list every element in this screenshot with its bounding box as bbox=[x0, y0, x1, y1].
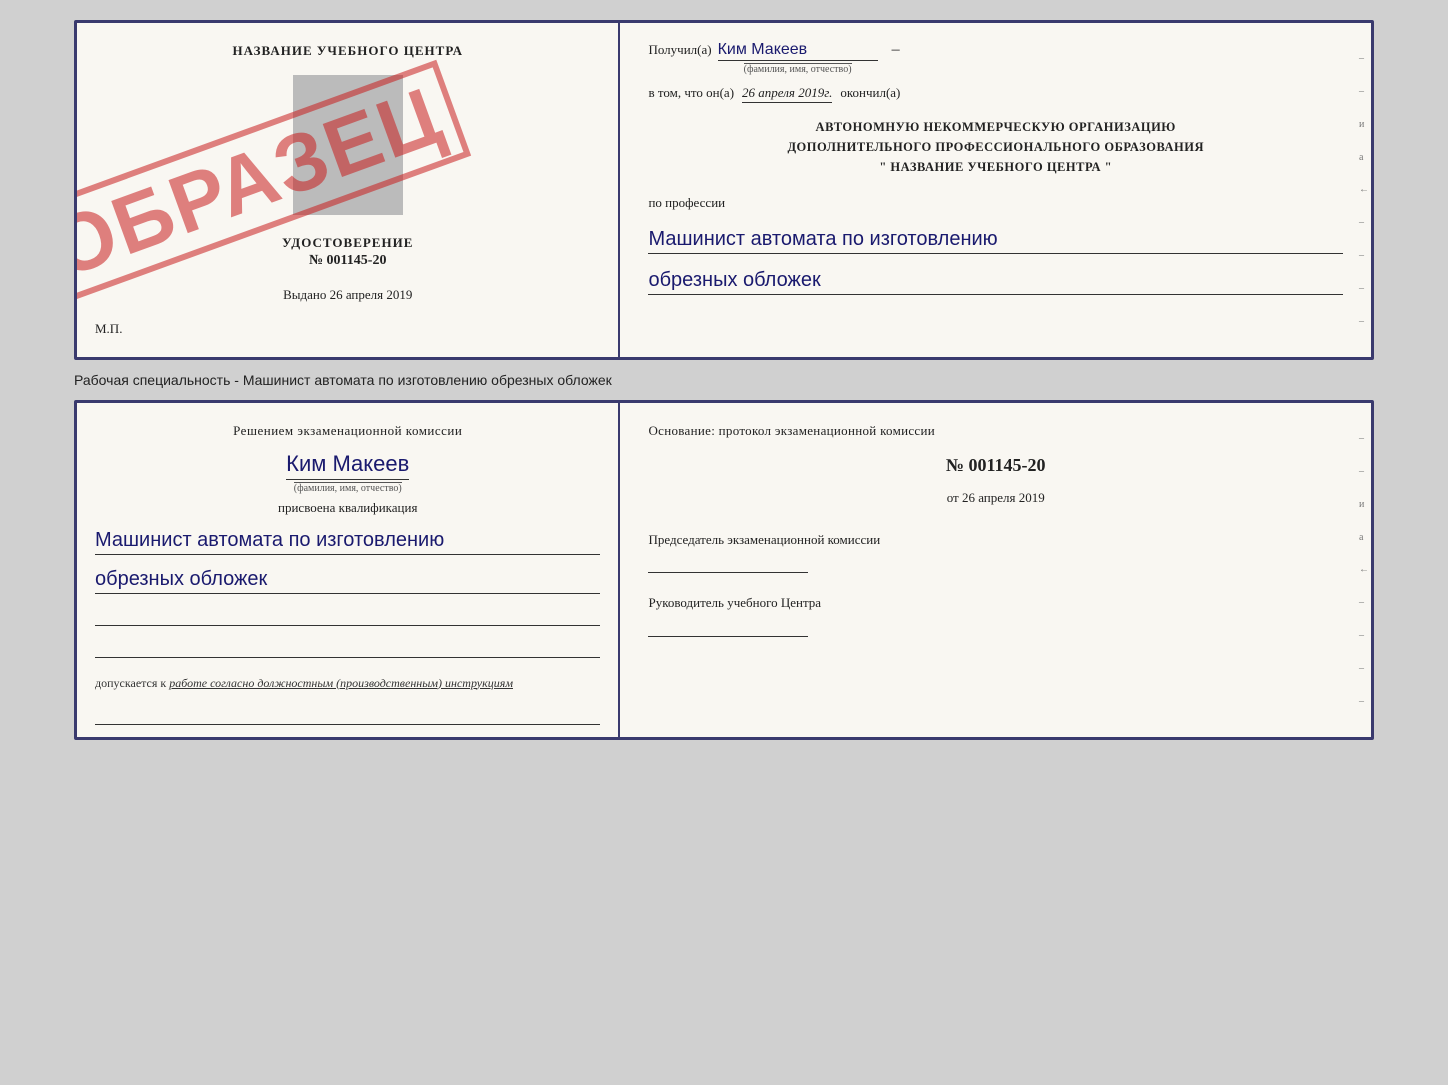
document-wrapper: НАЗВАНИЕ УЧЕБНОГО ЦЕНТРА УДОСТОВЕРЕНИЕ №… bbox=[74, 20, 1374, 740]
obrazec-text: ОБРАЗЕЦ bbox=[77, 60, 472, 307]
certificate-bottom: Решением экзаменационной комиссии Ким Ма… bbox=[74, 400, 1374, 740]
recipient-name: Ким Макеев bbox=[718, 41, 878, 61]
certificate-top: НАЗВАНИЕ УЧЕБНОГО ЦЕНТРА УДОСТОВЕРЕНИЕ №… bbox=[74, 20, 1374, 360]
chairman-block: Председатель экзаменационной комиссии bbox=[648, 530, 1343, 574]
rukvoditel-signature-line bbox=[648, 617, 808, 637]
resheniem-label: Решением экзаменационной комиссии bbox=[233, 423, 462, 438]
org-line1: АВТОНОМНУЮ НЕКОММЕРЧЕСКУЮ ОРГАНИЗАЦИЮ bbox=[648, 117, 1343, 137]
specialty-text: Рабочая специальность - Машинист автомат… bbox=[74, 370, 1374, 390]
org-line3: " НАЗВАНИЕ УЧЕБНОГО ЦЕНТРА " bbox=[648, 157, 1343, 177]
dopuskaetsya-block: допускается к работе согласно должностны… bbox=[95, 676, 600, 691]
dopuskaetsya-italic: работе согласно должностным (производств… bbox=[169, 676, 513, 690]
right-edge-decoration: – – и а ← – – – – bbox=[1359, 23, 1369, 357]
photo-placeholder bbox=[293, 75, 403, 215]
top-left-title: НАЗВАНИЕ УЧЕБНОГО ЦЕНТРА bbox=[232, 43, 463, 59]
vydano-label: Выдано bbox=[283, 287, 326, 302]
protocol-date: от 26 апреля 2019 bbox=[648, 490, 1343, 506]
vydano-line: Выдано 26 апреля 2019 bbox=[283, 287, 412, 303]
vtom-line: в том, что он(а) 26 апреля 2019г. окончи… bbox=[648, 85, 1343, 103]
cert-bottom-left: Решением экзаменационной комиссии Ким Ма… bbox=[77, 403, 620, 737]
fio-sub-top: (фамилия, имя, отчество) bbox=[744, 63, 852, 75]
chairman-label: Председатель экзаменационной комиссии bbox=[648, 530, 1343, 550]
resheniem-text: Решением экзаменационной комиссии bbox=[95, 421, 600, 441]
rukvoditel-label: Руководитель учебного Центра bbox=[648, 593, 1343, 613]
org-block: АВТОНОМНУЮ НЕКОММЕРЧЕСКУЮ ОРГАНИЗАЦИЮ ДО… bbox=[648, 117, 1343, 177]
blank-line-1 bbox=[95, 606, 600, 626]
profession-line2: обрезных обложек bbox=[648, 266, 1343, 295]
cert-right: Получил(а) Ким Макеев (фамилия, имя, отч… bbox=[620, 23, 1371, 357]
bottom-name: Ким Макеев bbox=[286, 451, 409, 480]
blank-line-3 bbox=[95, 705, 600, 725]
rukvoditel-block: Руководитель учебного Центра bbox=[648, 593, 1343, 637]
profession-line1: Машинист автомата по изготовлению bbox=[648, 225, 1343, 254]
blank-line-2 bbox=[95, 638, 600, 658]
protocol-date-value: 26 апреля 2019 bbox=[962, 490, 1045, 505]
ot-label: от bbox=[947, 490, 959, 505]
qualification-line1: Машинист автомата по изготовлению bbox=[95, 526, 600, 555]
udostoverenie-block: УДОСТОВЕРЕНИЕ № 001145-20 bbox=[282, 235, 413, 269]
vtom-label: в том, что он(а) bbox=[648, 85, 734, 101]
dopuskaetsya-label: допускается к bbox=[95, 676, 166, 690]
cert-left: НАЗВАНИЕ УЧЕБНОГО ЦЕНТРА УДОСТОВЕРЕНИЕ №… bbox=[77, 23, 620, 357]
udostoverenie-label: УДОСТОВЕРЕНИЕ bbox=[282, 235, 413, 251]
osnovaniye-text: Основание: протокол экзаменационной коми… bbox=[648, 421, 1343, 441]
bottom-right-edge-decoration: – – и а ← – – – – bbox=[1359, 403, 1369, 737]
protocol-number: № 001145-20 bbox=[648, 455, 1343, 476]
chairman-signature-line bbox=[648, 553, 808, 573]
poluchil-line: Получил(а) Ким Макеев (фамилия, имя, отч… bbox=[648, 41, 1343, 75]
prisvoyena-label: присвоена квалификация bbox=[95, 500, 600, 516]
org-line2: ДОПОЛНИТЕЛЬНОГО ПРОФЕССИОНАЛЬНОГО ОБРАЗО… bbox=[648, 137, 1343, 157]
vydano-date: 26 апреля 2019 bbox=[330, 287, 413, 302]
okonchil-label: окончил(а) bbox=[840, 85, 900, 101]
po-professii-label: по профессии bbox=[648, 195, 1343, 211]
top-cert-number: № 001145-20 bbox=[282, 253, 413, 269]
cert-bottom-right: Основание: протокол экзаменационной коми… bbox=[620, 403, 1371, 737]
qualification-line2: обрезных обложек bbox=[95, 565, 600, 594]
poluchil-label: Получил(а) bbox=[648, 42, 711, 58]
fio-sub-bottom: (фамилия, имя, отчество) bbox=[294, 482, 402, 494]
completion-date: 26 апреля 2019г. bbox=[742, 85, 832, 103]
mp-label: М.П. bbox=[95, 321, 122, 337]
